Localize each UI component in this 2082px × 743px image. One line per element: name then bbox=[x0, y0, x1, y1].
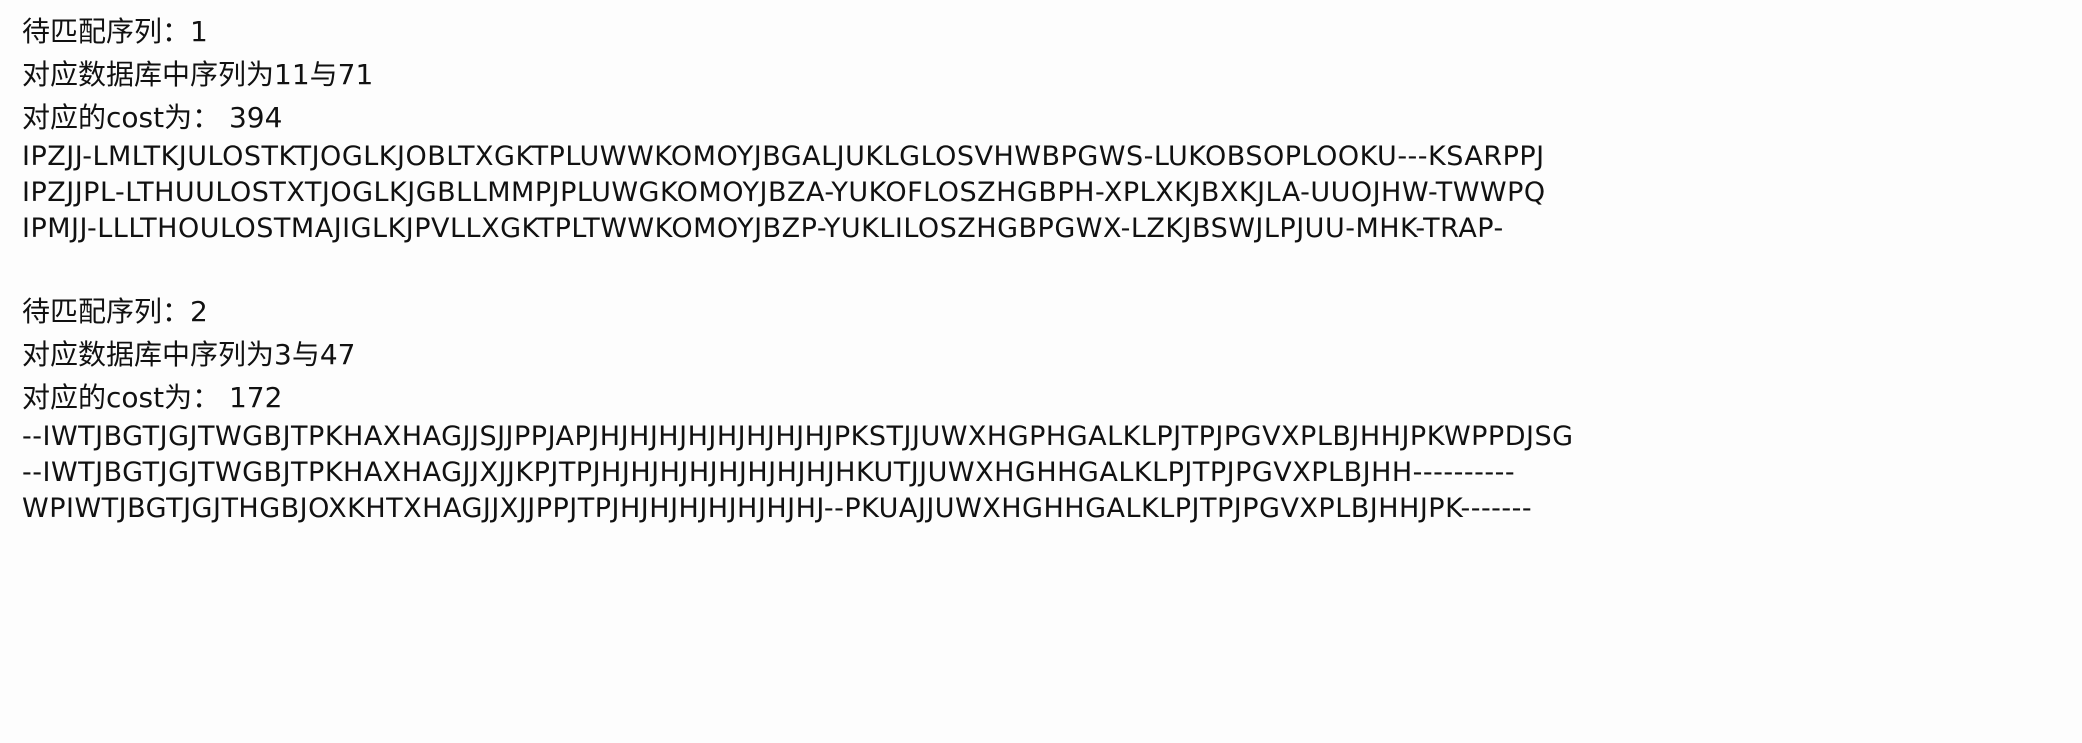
match-result-block: 待匹配序列：1 对应数据库中序列为11与71 对应的cost为： 394 IPZ… bbox=[22, 10, 2062, 247]
aligned-sequence: IPZJJ-LMLTKJULOSTKTJOGLKJOBLTXGKTPLUWWKO… bbox=[22, 141, 1545, 172]
database-sequence-line: 对应数据库中序列为3与47 bbox=[22, 338, 356, 371]
aligned-sequence: --IWTJBGTJGJTWGBJTPKHAXHAGJJSJJPPJAPJHJH… bbox=[22, 421, 1574, 452]
aligned-sequence: WPIWTJBGTJGJTHGBJOXKHTXHAGJJXJJPPJTPJHJH… bbox=[22, 493, 1533, 524]
query-sequence-header: 待匹配序列：2 bbox=[22, 295, 208, 328]
database-sequence-line: 对应数据库中序列为11与71 bbox=[22, 58, 374, 91]
aligned-sequence: --IWTJBGTJGJTWGBJTPKHAXHAGJJXJJKPJTPJHJH… bbox=[22, 457, 1516, 488]
console-output: 待匹配序列：1 对应数据库中序列为11与71 对应的cost为： 394 IPZ… bbox=[22, 10, 2062, 527]
aligned-sequence: IPMJJ-LLLTHOULOSTMAJIGLKJPVLLXGKTPLTWWKO… bbox=[22, 213, 1504, 244]
aligned-sequence: IPZJJPL-LTHUULOSTXTJOGLKJGBLLMMPJPLUWGKO… bbox=[22, 177, 1546, 208]
query-sequence-header: 待匹配序列：1 bbox=[22, 15, 208, 48]
match-result-block: 待匹配序列：2 对应数据库中序列为3与47 对应的cost为： 172 --IW… bbox=[22, 290, 2062, 527]
cost-line: 对应的cost为： 394 bbox=[22, 101, 283, 134]
cost-line: 对应的cost为： 172 bbox=[22, 381, 283, 414]
